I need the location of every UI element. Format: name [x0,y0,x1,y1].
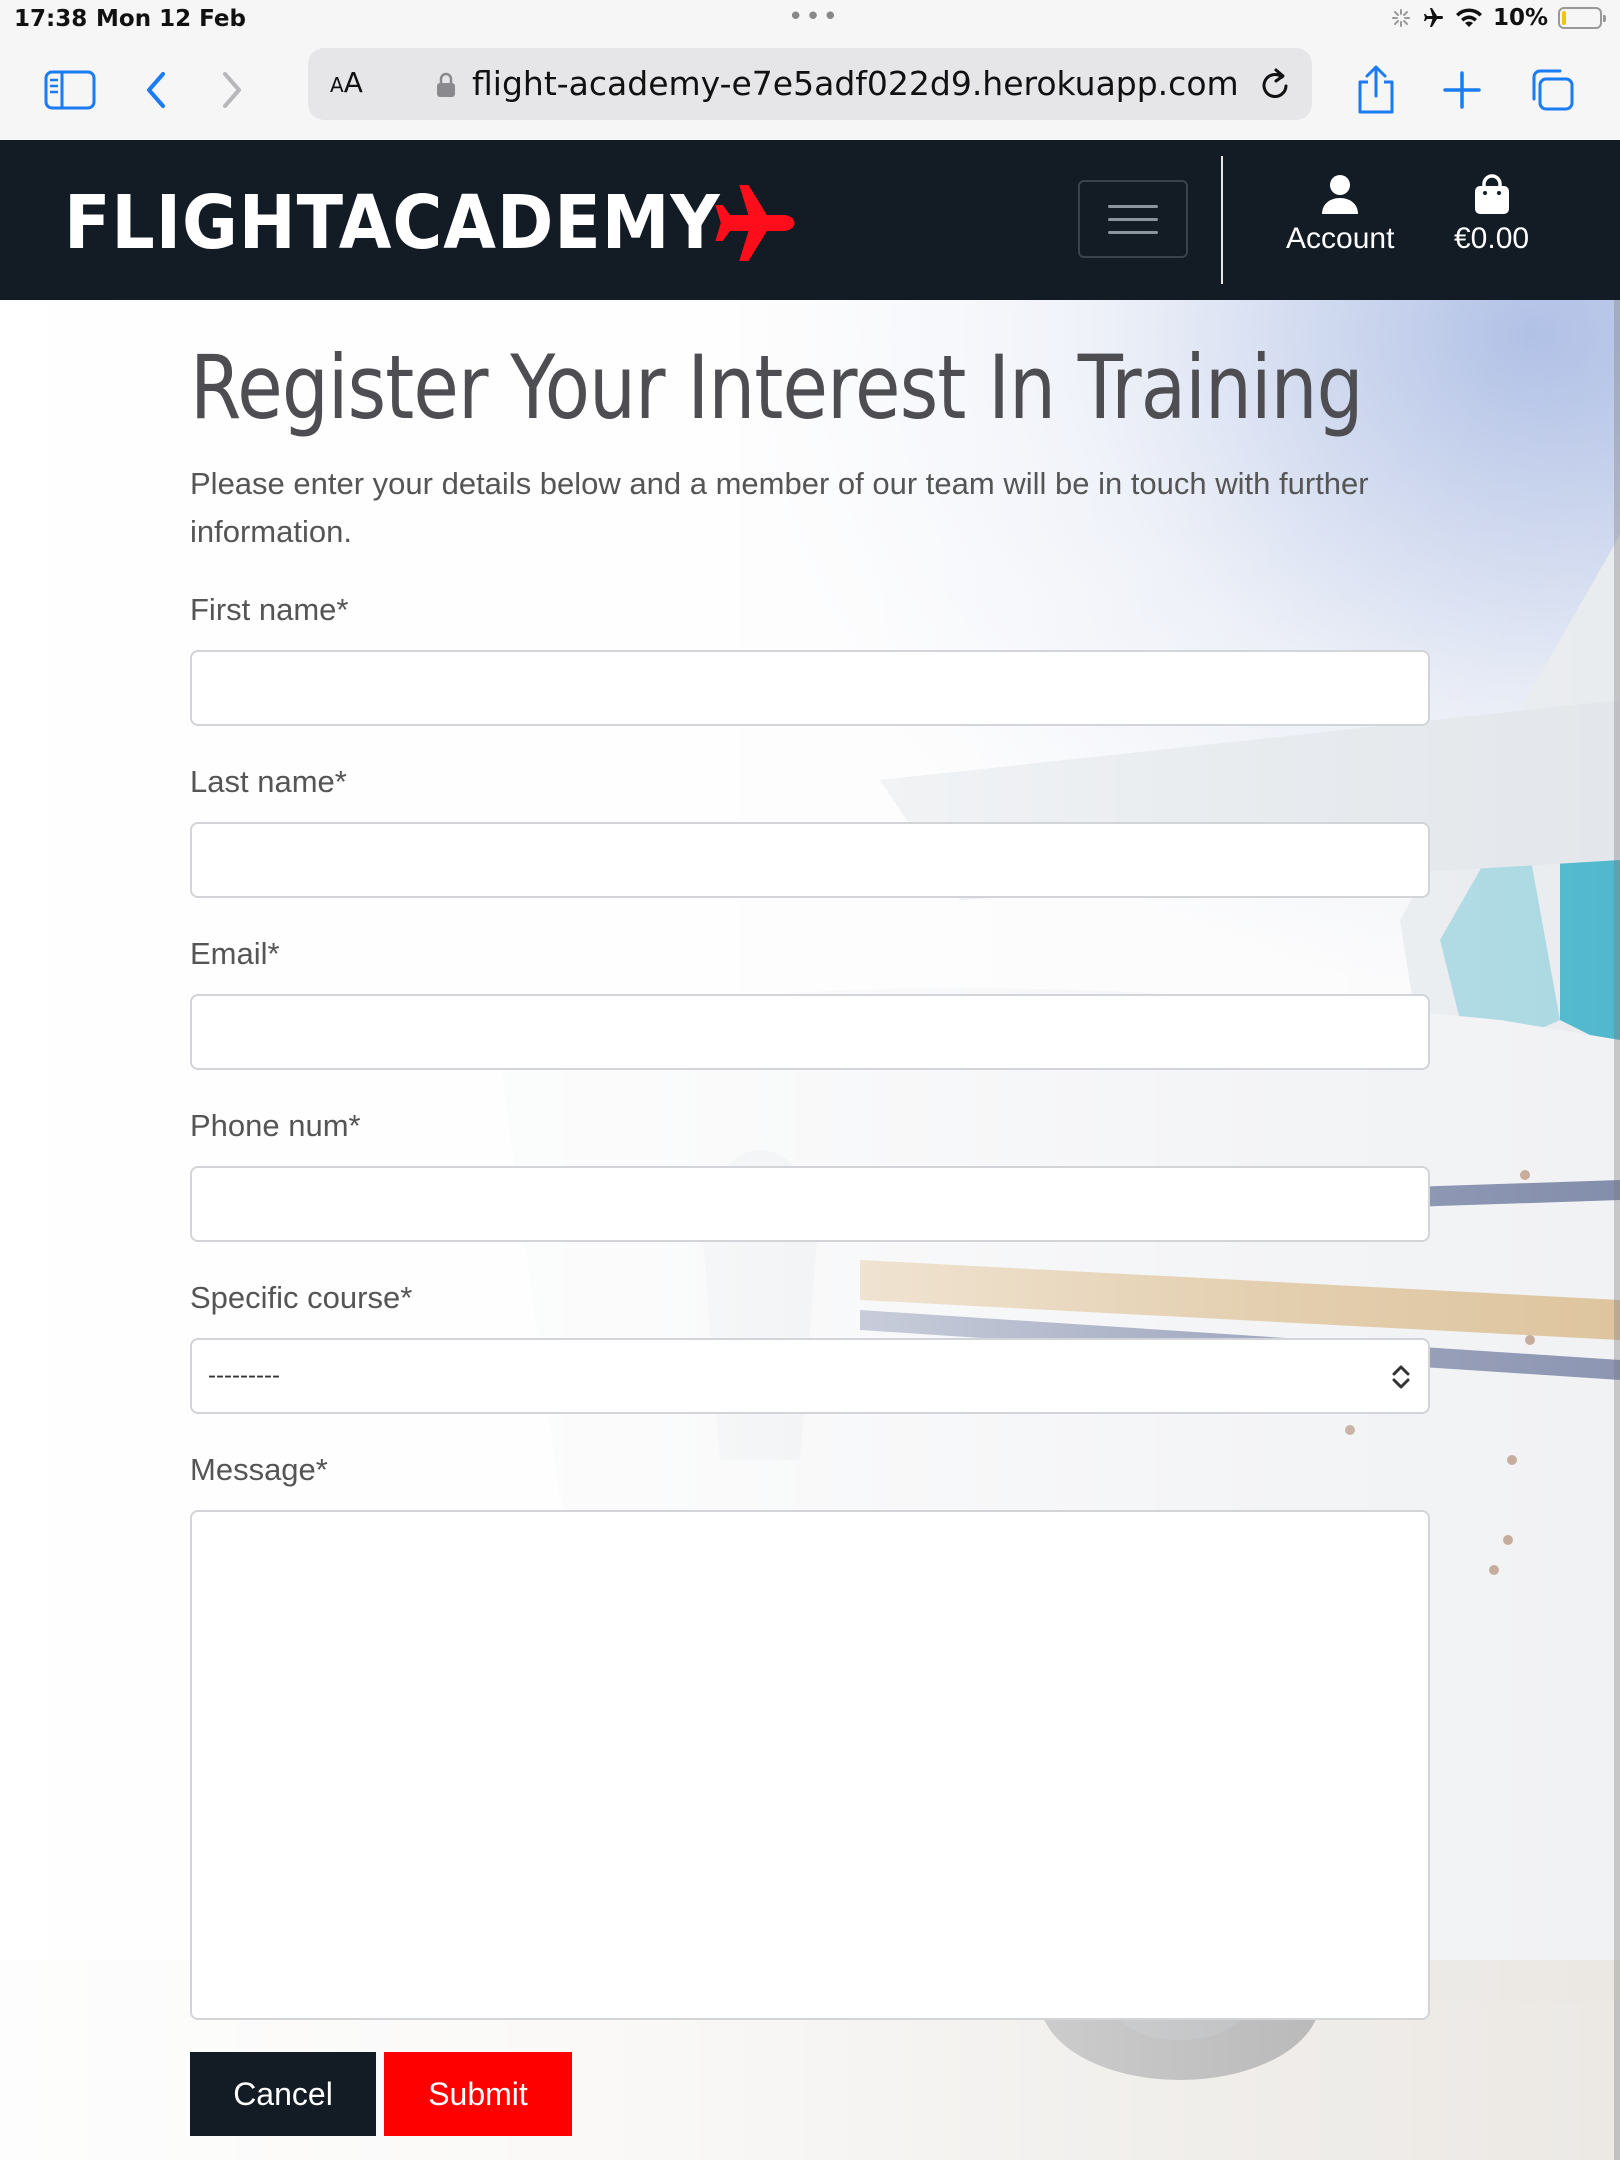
course-select[interactable]: --------- [190,1338,1430,1414]
site-header: FLIGHTACADEMY Account €0.00 [0,140,1620,300]
email-label: Email* [190,936,280,971]
message-textarea[interactable] [190,1510,1430,2020]
battery-percent: 10% [1492,5,1548,31]
back-icon[interactable] [128,62,184,118]
course-selected-value: --------- [208,1362,280,1389]
multitasking-dots-icon[interactable]: ••• [788,2,840,32]
text-size-button[interactable]: AA [330,66,363,99]
last-name-input[interactable] [190,822,1430,898]
hamburger-line [1108,217,1158,221]
menu-toggle-button[interactable] [1078,180,1188,258]
address-bar[interactable]: AA flight-academy-e7e5adf022d9.herokuapp… [308,48,1312,120]
last-name-label: Last name* [190,764,347,799]
account-link[interactable]: Account [1286,174,1394,256]
site-logo[interactable]: FLIGHTACADEMY [64,178,800,268]
first-name-label: First name* [190,592,349,627]
browser-toolbar: AA flight-academy-e7e5adf022d9.herokuapp… [0,40,1620,140]
user-icon [1322,175,1359,214]
forward-icon[interactable] [204,62,260,118]
wifi-icon [1455,8,1482,27]
reload-icon[interactable] [1258,64,1294,104]
share-icon[interactable] [1348,62,1404,118]
status-indicators: 10% [1391,5,1606,31]
new-tab-icon[interactable] [1434,62,1490,118]
page-title: Register Your Interest In Training [190,336,1364,439]
shopping-bag-icon [1474,174,1509,214]
course-label: Specific course* [190,1280,413,1315]
tabs-icon[interactable] [1524,62,1580,118]
message-label: Message* [190,1452,328,1487]
select-arrows-icon [1392,1365,1410,1389]
main-content: Register Your Interest In Training Pleas… [0,300,1620,2160]
email-input[interactable] [190,994,1430,1070]
loading-icon [1391,9,1410,27]
bag-link[interactable]: €0.00 [1454,174,1529,256]
hamburger-line [1108,204,1158,208]
battery-icon [1558,7,1606,29]
lock-icon [437,72,455,97]
hamburger-line [1108,230,1158,234]
phone-input[interactable] [190,1166,1430,1242]
airplane-icon [715,185,795,261]
status-bar: 17:38 Mon 12 Feb ••• 10% [0,0,1620,40]
intro-text: Please enter your details below and a me… [190,466,1369,549]
url-text[interactable]: flight-academy-e7e5adf022d9.herokuapp.co… [472,64,1239,103]
bag-total: €0.00 [1454,222,1530,255]
first-name-input[interactable] [190,650,1430,726]
account-label: Account [1286,222,1395,255]
header-divider [1221,156,1223,284]
sidebar-icon[interactable] [42,62,98,118]
submit-button[interactable]: Submit [384,2052,572,2136]
scrollbar[interactable] [1614,300,1620,2160]
cancel-button[interactable]: Cancel [190,2052,376,2136]
phone-label: Phone num* [190,1108,361,1143]
airplane-mode-icon [1423,8,1443,27]
logo-text: FLIGHTACADEMY [64,180,721,266]
status-date: Mon 12 Feb [96,6,246,32]
status-time: 17:38 [14,6,88,32]
interest-form: Register Your Interest In Training Pleas… [190,300,1430,2020]
